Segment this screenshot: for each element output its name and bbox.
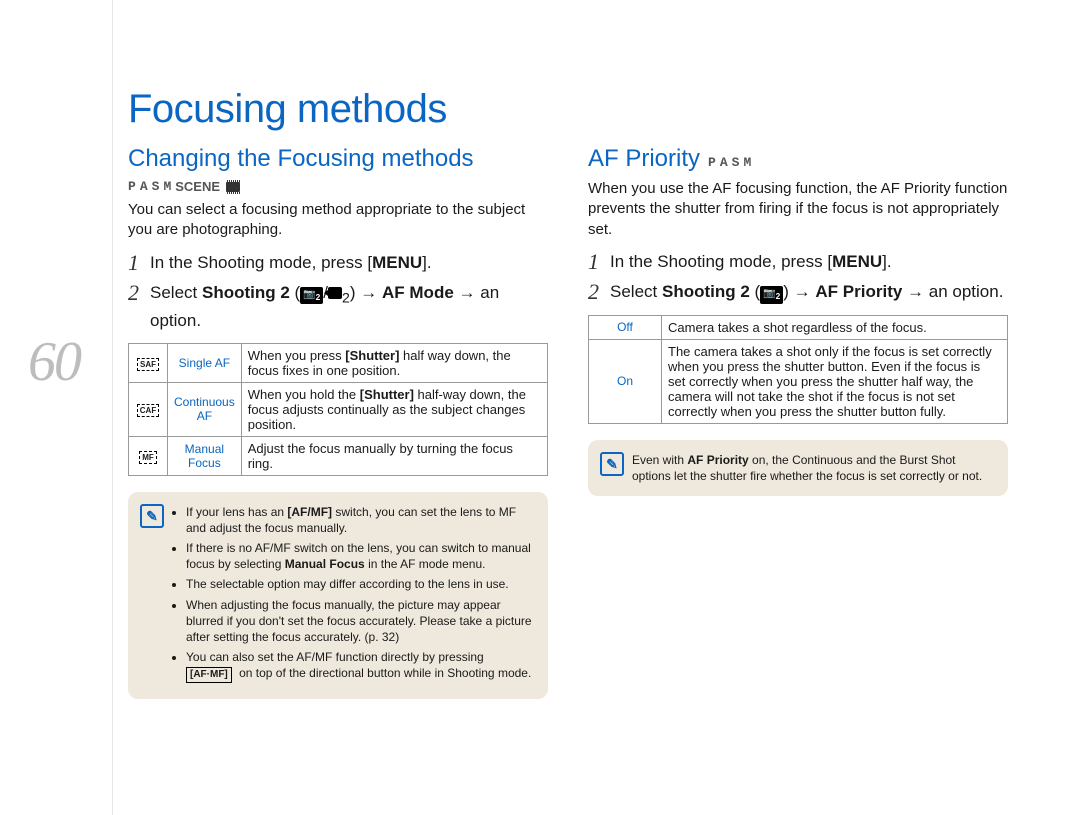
step-text-bold: AF Mode: [382, 283, 454, 302]
note-icon: ✎: [140, 504, 164, 528]
step-text: In the Shooting mode, press: [150, 253, 367, 272]
step-number: 1: [588, 250, 610, 274]
page-title: Focusing methods: [128, 87, 447, 132]
note-item: If there is no AF/MF switch on the lens,…: [186, 540, 534, 572]
note-text: Even with: [632, 453, 687, 467]
note-icon: ✎: [600, 452, 624, 476]
mode-list-right: P A S M: [708, 155, 751, 170]
mode-p: P: [708, 155, 716, 170]
af-mode-table: SAF Single AF When you press [Shutter] h…: [128, 343, 548, 476]
option-desc: Camera takes a shot regardless of the fo…: [662, 315, 1008, 339]
note-item: You can also set the AF/MF function dire…: [186, 649, 534, 683]
caf-icon: CAF: [137, 404, 159, 417]
option-label: Single AF: [168, 343, 242, 382]
af-priority-table: Off Camera takes a shot regardless of th…: [588, 315, 1008, 424]
intro-right: When you use the AF focusing function, t…: [588, 179, 1008, 240]
mode-s: S: [732, 155, 740, 170]
camera2-icon: 📷2: [760, 286, 783, 304]
option-desc: When you press: [248, 348, 346, 363]
option-label: Manual Focus: [168, 436, 242, 475]
step-number: 2: [588, 280, 610, 304]
step-number: 2: [128, 281, 150, 305]
mode-a: A: [140, 179, 148, 194]
step-text: ) →: [350, 283, 382, 302]
sub-2: 2: [342, 290, 350, 306]
option-label: On: [589, 339, 662, 423]
step-text: Select: [610, 282, 662, 301]
step-2-right: 2 Select Shooting 2 (📷2) → AF Priority →…: [588, 280, 1008, 305]
step-1-right: 1 In the Shooting mode, press [MENU].: [588, 250, 1008, 274]
step-text: → an option.: [902, 282, 1003, 301]
step-text: In the Shooting mode, press: [610, 252, 827, 271]
step-text-bold: Shooting 2: [202, 283, 290, 302]
shutter-key: [Shutter]: [345, 348, 399, 363]
movie2-icon: [328, 287, 342, 299]
note-box-left: ✎ If your lens has an [AF/MF] switch, yo…: [128, 492, 548, 699]
menu-key: MENU: [832, 252, 882, 271]
option-desc: When you hold the: [248, 387, 360, 402]
table-row: SAF Single AF When you press [Shutter] h…: [129, 343, 548, 382]
saf-icon: SAF: [137, 358, 159, 371]
option-label: Off: [589, 315, 662, 339]
step-text-bold: AF Priority: [815, 282, 902, 301]
note-item: When adjusting the focus manually, the p…: [186, 597, 534, 646]
intro-left: You can select a focusing method appropr…: [128, 200, 548, 241]
heading-af-priority: AF Priority: [588, 145, 700, 173]
mode-a: A: [720, 155, 728, 170]
heading-changing: Changing the Focusing methods: [128, 145, 548, 173]
shutter-key: [Shutter]: [360, 387, 414, 402]
mode-m: M: [743, 155, 751, 170]
step-text: Select: [150, 283, 202, 302]
afmf-key: [AF·MF]: [186, 667, 232, 683]
mode-scene: SCENE: [175, 179, 220, 194]
step-text: (: [750, 282, 760, 301]
camera2-icon: 📷2: [300, 287, 323, 305]
step-text: (: [290, 283, 300, 302]
mode-m: M: [163, 179, 171, 194]
movie-icon: [226, 182, 240, 192]
col-af-priority: AF Priority P A S M When you use the AF …: [588, 145, 1008, 699]
step-1-left: 1 In the Shooting mode, press [MENU].: [128, 251, 548, 275]
mode-s: S: [152, 179, 160, 194]
step-2-left: 2 Select Shooting 2 (📷2/2) → AF Mode → a…: [128, 281, 548, 333]
step-text: .: [427, 253, 432, 272]
table-row: MF Manual Focus Adjust the focus manuall…: [129, 436, 548, 475]
mode-list-left: P A S M SCENE: [128, 179, 548, 194]
note-item: If your lens has an [AF/MF] switch, you …: [186, 504, 534, 536]
col-changing-focus: Changing the Focusing methods P A S M SC…: [128, 145, 548, 699]
note-box-right: ✎ Even with AF Priority on, the Continuo…: [588, 440, 1008, 496]
mode-p: P: [128, 179, 136, 194]
table-row: Off Camera takes a shot regardless of th…: [589, 315, 1008, 339]
step-text: ) →: [783, 282, 815, 301]
option-desc: The camera takes a shot only if the focu…: [662, 339, 1008, 423]
note-item: The selectable option may differ accordi…: [186, 576, 534, 592]
option-desc: Adjust the focus manually by turning the…: [241, 436, 547, 475]
side-margin: [112, 0, 113, 815]
page-number: 60: [28, 330, 80, 394]
mf-icon: MF: [139, 451, 157, 464]
option-label: Continuous AF: [168, 382, 242, 436]
menu-key: MENU: [372, 253, 422, 272]
note-text-bold: AF Priority: [687, 453, 748, 467]
table-row: CAF Continuous AF When you hold the [Shu…: [129, 382, 548, 436]
step-text: .: [887, 252, 892, 271]
step-text-bold: Shooting 2: [662, 282, 750, 301]
table-row: On The camera takes a shot only if the f…: [589, 339, 1008, 423]
step-number: 1: [128, 251, 150, 275]
